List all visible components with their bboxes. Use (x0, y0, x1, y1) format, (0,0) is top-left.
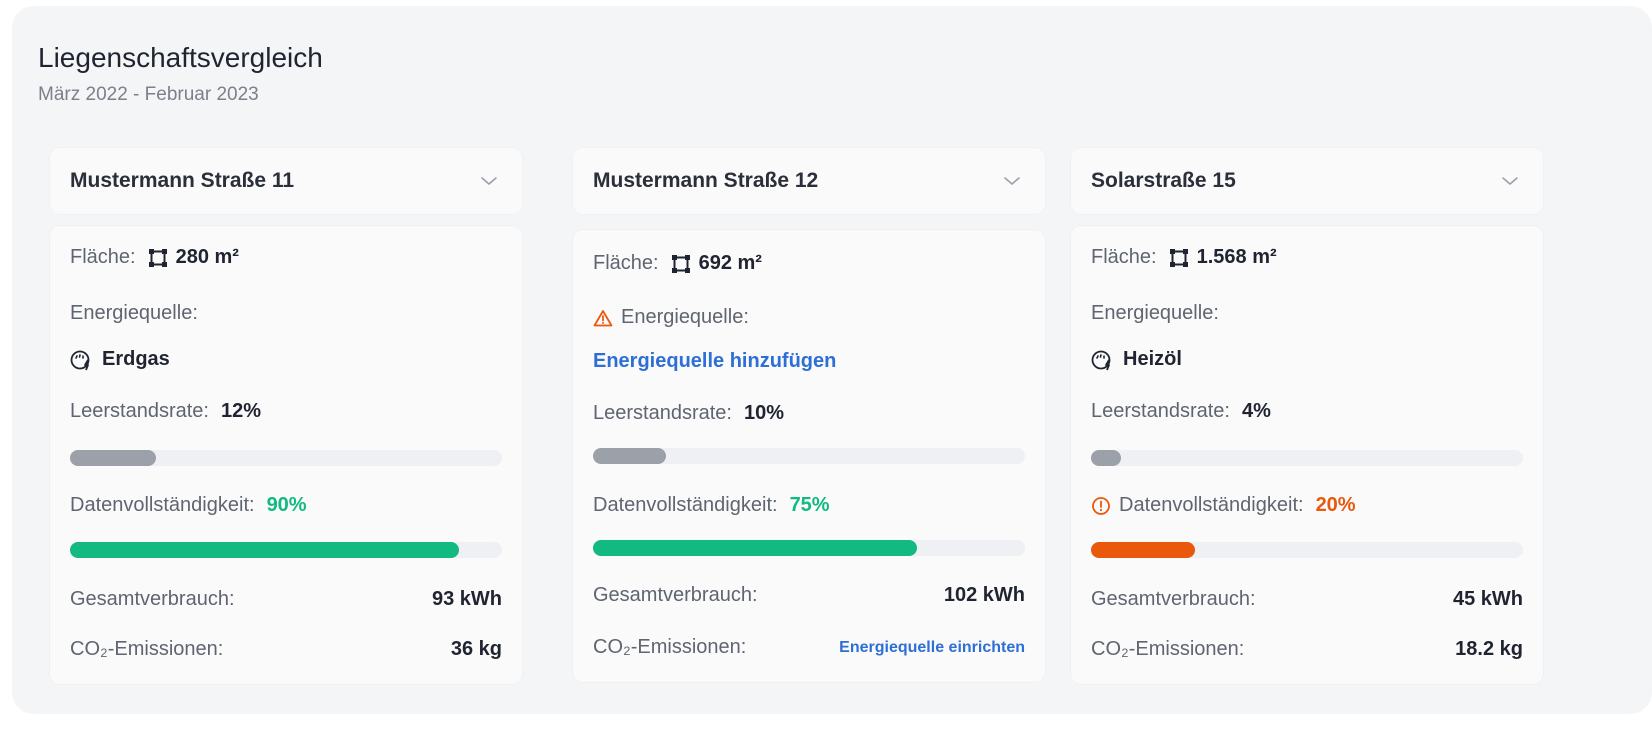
completeness-bar (70, 542, 502, 558)
property-select-2[interactable]: Mustermann Straße 12 (573, 148, 1045, 214)
energy-source-value: Erdgas (102, 348, 170, 370)
vacancy-bar (1091, 450, 1523, 466)
area-value: 280 m² (175, 246, 239, 268)
add-energy-source-link[interactable]: Energiequelle hinzufügen (593, 350, 836, 373)
vacancy-label: Leerstandsrate: (70, 400, 209, 422)
co2-value: 36 kg (450, 638, 502, 660)
total-consumption-label: Gesamtverbrauch: (593, 584, 758, 606)
vacancy-row: Leerstandsrate: 12% (70, 400, 502, 423)
energy-source-value: Heizöl (1123, 348, 1182, 370)
total-consumption-label: Gesamtverbrauch: (70, 588, 235, 610)
completeness-row: Datenvollständigkeit: 90% (70, 494, 502, 517)
completeness-label: Datenvollständigkeit: (70, 494, 255, 516)
vacancy-value: 12% (220, 400, 262, 422)
area-label: Fläche: (593, 252, 659, 274)
property-select-3[interactable]: Solarstraße 15 (1071, 148, 1543, 214)
gas-meter-icon (70, 349, 94, 371)
co2-label: CO₂-Emissionen: (70, 638, 224, 660)
total-consumption-row: Gesamtverbrauch: 93 kWh (70, 588, 502, 611)
area-label: Fläche: (1091, 246, 1157, 268)
vacancy-bar-fill (70, 450, 157, 466)
area-value: 692 m² (698, 252, 762, 274)
completeness-label: Datenvollständigkeit: (1119, 494, 1304, 516)
total-consumption-label: Gesamtverbrauch: (1091, 588, 1256, 610)
vacancy-row: Leerstandsrate: 4% (1091, 400, 1523, 423)
area-value: 1.568 m² (1196, 246, 1277, 268)
completeness-bar-fill (1091, 542, 1195, 558)
energy-source-label: Energiequelle: (621, 306, 749, 328)
completeness-bar (593, 540, 1025, 556)
vacancy-label: Leerstandsrate: (1091, 400, 1230, 422)
energy-source-row: Erdgas (70, 348, 502, 371)
completeness-bar-fill (593, 540, 917, 556)
property-name: Mustermann Straße 12 (593, 169, 819, 192)
area-icon (671, 254, 691, 274)
energy-source-row: Heizöl (1091, 348, 1523, 371)
property-column-3: Solarstraße 15 Fläche: 1.568 m² Energieq… (1071, 148, 1543, 684)
gas-meter-icon (1091, 349, 1115, 371)
co2-value: 18.2 kg (1455, 638, 1523, 660)
vacancy-value: 4% (1241, 400, 1271, 422)
area-icon (1169, 248, 1189, 268)
chevron-down-icon (1499, 170, 1521, 192)
completeness-row: Datenvollständigkeit: 75% (593, 494, 1025, 517)
property-name: Mustermann Straße 11 (70, 169, 295, 192)
total-consumption-value: 93 kWh (431, 588, 502, 610)
completeness-bar (1091, 542, 1523, 558)
completeness-value: 20% (1315, 494, 1356, 516)
page-title: Liegenschaftsvergleich (38, 42, 323, 73)
vacancy-bar (70, 450, 502, 466)
completeness-label: Datenvollständigkeit: (593, 494, 778, 516)
vacancy-row: Leerstandsrate: 10% (593, 402, 1025, 425)
total-consumption-row: Gesamtverbrauch: 102 kWh (593, 584, 1025, 607)
vacancy-label: Leerstandsrate: (593, 402, 732, 424)
chevron-down-icon (1001, 170, 1023, 192)
total-consumption-value: 102 kWh (943, 584, 1025, 606)
add-energy-source-row: Energiequelle hinzufügen (593, 350, 1025, 373)
area-icon (148, 248, 168, 268)
co2-row: CO₂-Emissionen: Energiequelle einrichten (593, 636, 1025, 659)
energy-source-label: Energiequelle: (1091, 302, 1219, 324)
completeness-value: 90% (266, 494, 307, 516)
property-column-2: Mustermann Straße 12 Fläche: 692 m² Ener… (573, 148, 1045, 682)
setup-energy-source-link[interactable]: Energiequelle einrichten (839, 639, 1025, 657)
co2-label: CO₂-Emissionen: (1091, 638, 1245, 660)
energy-source-label: Energiequelle: (70, 302, 198, 324)
property-select-1[interactable]: Mustermann Straße 11 (50, 148, 522, 214)
vacancy-bar (593, 448, 1025, 464)
property-card-2: Fläche: 692 m² Energiequelle: Energieque… (573, 230, 1045, 682)
area-row: Fläche: 1.568 m² (1091, 246, 1523, 269)
area-row: Fläche: 280 m² (70, 246, 502, 269)
vacancy-bar-fill (593, 448, 667, 464)
property-card-1: Fläche: 280 m² Energiequelle: Erdgas Lee… (50, 226, 522, 684)
property-card-3: Fläche: 1.568 m² Energiequelle: Heizöl L… (1071, 226, 1543, 684)
date-range: März 2022 - Februar 2023 (38, 84, 259, 105)
energy-source-label-row: Energiequelle: (593, 306, 1025, 329)
co2-row: CO₂-Emissionen: 18.2 kg (1091, 638, 1523, 661)
total-consumption-value: 45 kWh (1452, 588, 1523, 610)
completeness-row: Datenvollständigkeit: 20% (1091, 494, 1523, 517)
vacancy-bar-fill (1091, 450, 1122, 466)
property-column-1: Mustermann Straße 11 Fläche: 280 m² Ener… (50, 148, 522, 684)
area-label: Fläche: (70, 246, 136, 268)
vacancy-value: 10% (743, 402, 785, 424)
alert-circle-icon (1091, 496, 1111, 516)
completeness-value: 75% (789, 494, 830, 516)
warning-triangle-icon (593, 309, 613, 327)
chevron-down-icon (478, 170, 500, 192)
property-name: Solarstraße 15 (1091, 169, 1236, 192)
co2-row: CO₂-Emissionen: 36 kg (70, 638, 502, 661)
area-row: Fläche: 692 m² (593, 252, 1025, 275)
total-consumption-row: Gesamtverbrauch: 45 kWh (1091, 588, 1523, 611)
completeness-bar-fill (70, 542, 459, 558)
co2-label: CO₂-Emissionen: (593, 636, 747, 658)
